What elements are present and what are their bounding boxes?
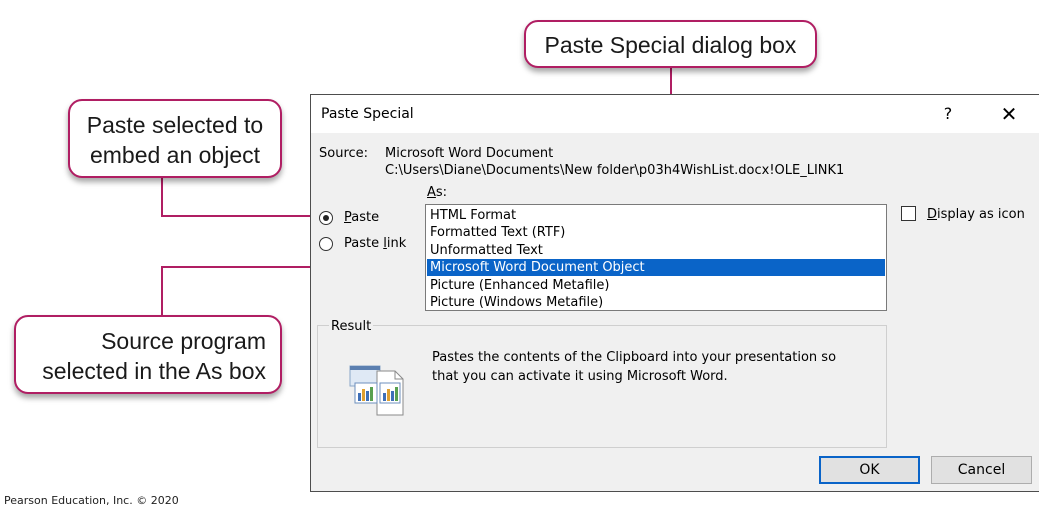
result-description-line2: that you can activate it using Microsoft… — [432, 369, 728, 384]
ok-button[interactable]: OK — [819, 456, 920, 484]
paste-link-radio[interactable] — [319, 237, 333, 251]
display-as-icon-label[interactable]: Display as icon — [927, 207, 1025, 222]
paste-special-dialog: Paste Special ? ✕ Source: Microsoft Word… — [310, 94, 1039, 492]
as-label: As: — [427, 185, 448, 200]
dialog-title: Paste Special — [321, 106, 414, 122]
source-path: C:\Users\Diane\Documents\New folder\p03h… — [385, 163, 845, 178]
help-button[interactable]: ? — [933, 101, 963, 127]
callout-title-leader — [670, 68, 672, 95]
callout-paste-special-dialog: Paste Special dialog box — [524, 20, 817, 68]
callout-embed-line2: embed an object — [89, 142, 261, 168]
callout-source-line2: selected in the As box — [42, 358, 266, 384]
as-list-item[interactable]: Picture (Enhanced Metafile) — [427, 277, 885, 294]
source-name: Microsoft Word Document — [385, 146, 554, 161]
embedded-chart-icon — [349, 365, 404, 416]
callout-source-line1: Source program — [101, 328, 266, 354]
paste-link-radio-label[interactable]: Paste link — [344, 236, 406, 251]
cancel-button[interactable]: Cancel — [931, 456, 1032, 484]
result-label: Result — [329, 319, 374, 334]
as-list-item[interactable]: HTML Format — [427, 207, 885, 224]
dialog-titlebar: Paste Special ? ✕ — [311, 95, 1039, 133]
result-description-line1: Pastes the contents of the Clipboard int… — [432, 350, 837, 365]
callout-paste-embed: Paste selected to embed an object — [68, 99, 282, 178]
close-button[interactable]: ✕ — [993, 101, 1025, 127]
paste-radio[interactable] — [319, 211, 333, 225]
copyright-notice: Pearson Education, Inc. © 2020 — [4, 494, 179, 507]
as-list-item[interactable]: Unformatted Text — [427, 242, 885, 259]
as-listbox[interactable]: HTML Format Formatted Text (RTF) Unformatt… — [425, 204, 887, 311]
display-as-icon-checkbox[interactable] — [901, 206, 916, 221]
as-list-item[interactable]: Picture (Windows Metafile) — [427, 294, 885, 311]
callout-embed-leader-h — [161, 215, 317, 217]
callout-title-text: Paste Special dialog box — [544, 32, 797, 58]
callout-embed-leader-v — [161, 178, 163, 217]
callout-source-program: Source program selected in the As box — [14, 315, 282, 394]
callout-source-leader-v — [161, 266, 163, 316]
callout-embed-line1: Paste selected to — [86, 112, 264, 138]
paste-radio-label[interactable]: Paste — [344, 210, 379, 225]
as-list-item[interactable]: Formatted Text (RTF) — [427, 224, 885, 241]
source-label: Source: — [319, 146, 369, 161]
as-list-item[interactable]: Microsoft Word Document Object — [427, 259, 885, 277]
